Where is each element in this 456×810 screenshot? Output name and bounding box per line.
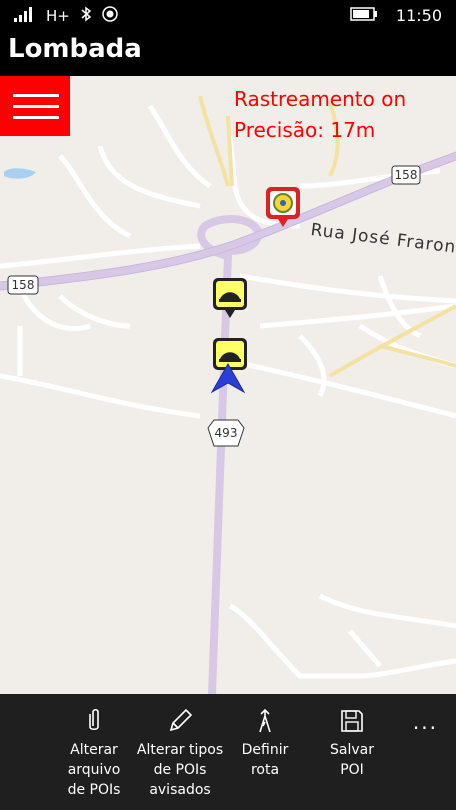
- save-poi-label: Salvar POI: [330, 742, 374, 778]
- precision-status: Precisão: 17m: [234, 118, 376, 142]
- status-bar: H+ 11:50: [0, 0, 456, 32]
- change-poi-types-label: Alterar tipos de POIs avisados: [136, 742, 224, 798]
- signal-strength-icon: [14, 6, 36, 26]
- define-route-button[interactable]: Definir rota: [230, 708, 300, 780]
- app-bar: Alterar arquivo de POIs Alterar tipos de…: [0, 694, 456, 810]
- menu-button[interactable]: [0, 76, 70, 136]
- pencil-icon: [134, 708, 226, 734]
- route-icon: [230, 708, 300, 734]
- save-poi-button[interactable]: Salvar POI: [316, 708, 388, 780]
- speed-bump-marker-1[interactable]: [213, 278, 247, 318]
- location-icon: [102, 6, 118, 26]
- hamburger-icon: [13, 94, 59, 97]
- title-bar: Lombada: [0, 32, 456, 76]
- change-poi-types-button[interactable]: Alterar tipos de POIs avisados: [134, 708, 226, 800]
- tracking-status: Rastreamento on: [234, 87, 407, 111]
- define-route-label: Definir rota: [241, 742, 289, 778]
- change-poi-file-button[interactable]: Alterar arquivo de POIs: [56, 708, 132, 800]
- map-view[interactable]: 158 158 493 Rua José Fraron: [0, 76, 456, 694]
- save-icon: [316, 708, 388, 734]
- speed-bump-marker-2[interactable]: [213, 338, 247, 370]
- clock: 11:50: [395, 6, 442, 25]
- app-title: Lombada: [8, 34, 142, 64]
- route-shield-158-east-label: 158: [394, 168, 418, 182]
- route-shield-158-west-label: 158: [11, 278, 35, 292]
- battery-icon: [350, 6, 378, 25]
- network-type: H+: [46, 7, 70, 25]
- route-shield-493-label: 493: [214, 426, 238, 440]
- more-options-button[interactable]: ...: [413, 710, 438, 734]
- change-poi-file-label: Alterar arquivo de POIs: [67, 742, 121, 798]
- map-canvas: [0, 95, 456, 694]
- bluetooth-icon: [80, 6, 92, 26]
- paperclip-icon: [56, 708, 132, 734]
